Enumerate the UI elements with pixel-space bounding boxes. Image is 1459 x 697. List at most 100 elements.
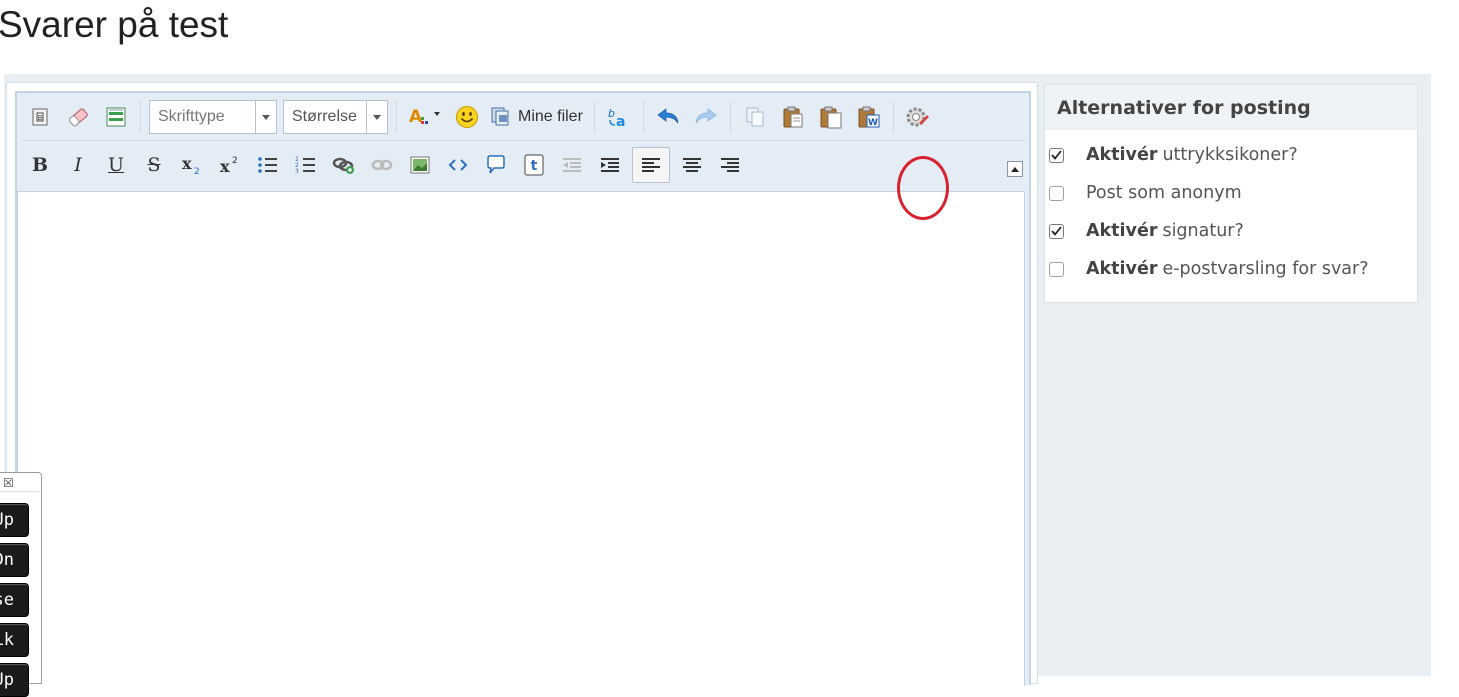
superscript-button[interactable]: x2 (214, 149, 246, 181)
remove-format-button[interactable] (62, 101, 94, 133)
chevron-down-icon[interactable] (366, 101, 387, 133)
my-files-button[interactable]: Mine filer (486, 101, 589, 133)
align-right-button[interactable] (714, 149, 746, 181)
key-button[interactable]: Up (0, 503, 29, 537)
checkbox-emoticons[interactable] (1049, 147, 1064, 163)
paste-from-word-icon: W (858, 106, 880, 128)
paste-from-word-button[interactable]: W (853, 101, 885, 133)
svg-text:b: b (608, 107, 615, 120)
font-family-select-value: Skrifttype (158, 108, 225, 125)
undo-button[interactable] (652, 101, 684, 133)
checkmark-icon (1051, 226, 1062, 236)
link-icon (332, 157, 354, 174)
source-mode-button[interactable]: B (24, 101, 56, 133)
key-button[interactable]: Lk (0, 623, 29, 657)
option-emoticons-bold: Aktivér (1086, 145, 1158, 165)
collapse-toolbar-button[interactable] (1007, 161, 1023, 177)
underline-button[interactable]: U (100, 149, 132, 181)
close-icon[interactable]: ☒ (3, 476, 14, 490)
font-size-select[interactable]: Størrelse (283, 100, 388, 134)
my-files-label: Mine filer (518, 108, 583, 125)
paste-as-text-button[interactable] (815, 101, 847, 133)
page-title: Svarer på test (0, 4, 229, 45)
show-blocks-button[interactable] (100, 101, 132, 133)
source-mode-icon: B (32, 108, 48, 126)
bold-button[interactable]: B (24, 149, 56, 181)
option-post-anonymous[interactable]: Post som anonym (1049, 181, 1242, 205)
files-icon (491, 107, 509, 126)
toolbar-separator (729, 101, 731, 133)
svg-text:x: x (220, 157, 230, 176)
option-email-notification[interactable]: Aktivér e-postvarsling for svar? (1049, 257, 1369, 281)
redo-button[interactable] (690, 101, 722, 133)
option-email-label: e-postvarsling for svar? (1162, 259, 1369, 279)
bbcode-icon: ba (608, 107, 625, 129)
numbered-list-button[interactable]: 123 (290, 149, 322, 181)
key-button[interactable]: Dn (0, 543, 29, 577)
font-family-select[interactable]: Skrifttype (149, 100, 277, 134)
text-color-button[interactable]: A (405, 101, 445, 133)
strikethrough-button[interactable]: S (138, 149, 170, 181)
show-blocks-icon (106, 107, 126, 127)
svg-text:B: B (38, 114, 43, 122)
code-button[interactable] (442, 149, 474, 181)
bold-icon: B (31, 153, 49, 176)
svg-text:x: x (182, 154, 192, 173)
settings-button[interactable] (902, 101, 934, 133)
gear-icon (906, 107, 929, 127)
decrease-indent-button[interactable] (556, 149, 588, 181)
italic-icon: I (74, 153, 82, 176)
bulleted-list-icon (258, 157, 277, 173)
twitter-icon: t (524, 154, 544, 176)
underline-icon: U (107, 153, 124, 176)
subscript-button[interactable]: x2 (176, 149, 208, 181)
image-icon (410, 156, 430, 174)
svg-text:t: t (531, 158, 538, 174)
strikethrough-icon: S (147, 153, 161, 176)
option-email-bold: Aktivér (1086, 259, 1158, 279)
align-center-button[interactable] (676, 149, 708, 181)
key-button[interactable]: use (0, 583, 29, 617)
option-enable-emoticons[interactable]: Aktivér uttrykksikoner? (1049, 143, 1298, 167)
align-left-icon (642, 158, 660, 172)
bbcode-button[interactable]: ba (603, 101, 635, 133)
italic-button[interactable]: I (62, 149, 94, 181)
quote-button[interactable] (480, 149, 512, 181)
twitter-button[interactable]: t (518, 149, 550, 181)
increase-indent-button[interactable] (594, 149, 626, 181)
toolbar-separator (642, 101, 644, 133)
unlink-button[interactable] (366, 149, 398, 181)
code-icon (448, 159, 468, 171)
posting-options-panel: Alternativer for posting Aktivér uttrykk… (1044, 84, 1418, 303)
checkbox-signature[interactable] (1049, 223, 1064, 239)
insert-image-button[interactable] (404, 149, 436, 181)
option-enable-signature[interactable]: Aktivér signatur? (1049, 219, 1244, 243)
svg-text:W: W (868, 118, 878, 128)
insert-link-button[interactable] (328, 149, 360, 181)
unlink-icon (371, 159, 393, 171)
align-left-button[interactable] (632, 147, 670, 183)
emoticon-button[interactable] (451, 101, 483, 133)
triangle-up-icon (1011, 166, 1019, 172)
key-button[interactable]: Up (0, 663, 29, 697)
checkbox-email-notification[interactable] (1049, 261, 1064, 277)
option-emoticons-label: uttrykksikoner? (1162, 145, 1298, 165)
checkbox-anonymous[interactable] (1049, 185, 1064, 201)
numbered-list-icon: 123 (295, 156, 315, 175)
svg-text:2: 2 (194, 167, 200, 176)
option-anonymous-label: Post som anonym (1086, 183, 1242, 203)
font-size-select-value: Størrelse (292, 108, 357, 125)
bulleted-list-button[interactable] (252, 149, 284, 181)
superscript-icon: x2 (220, 156, 238, 176)
svg-text:A: A (409, 107, 423, 127)
paste-icon (783, 106, 803, 128)
editor-text-area[interactable] (17, 191, 1025, 686)
paste-button[interactable] (777, 101, 809, 133)
subscript-icon: x2 (182, 154, 200, 176)
speech-bubble-icon (487, 155, 505, 174)
toolbar-separator (396, 101, 397, 133)
chevron-down-icon[interactable] (255, 101, 276, 133)
option-signature-bold: Aktivér (1086, 221, 1158, 241)
toolbar-separator (892, 101, 894, 133)
copy-button[interactable] (739, 101, 771, 133)
